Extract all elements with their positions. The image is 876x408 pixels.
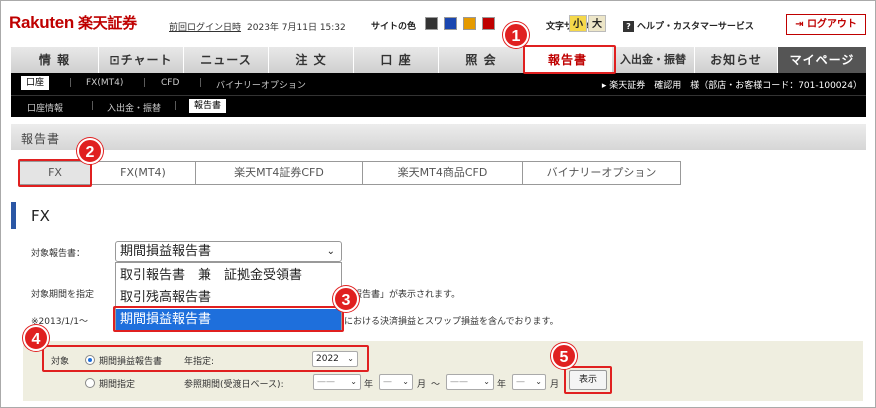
month-unit: 月 [550,380,560,390]
step4-highlight [42,345,369,372]
main-navigation: 情 報 ⊡チャート ニュース 注 文 口 座 照 会 報告書 入出金・振替 お知… [11,47,866,73]
subnav-separator: | [199,78,203,88]
year-unit: 年 [364,380,374,390]
period-hint-label: 対象期間を指定 [31,290,95,300]
logout-icon: ⇥ [795,19,804,30]
subnav-separator: | [69,78,73,88]
report-select-label: 対象報告書： [31,249,86,259]
to-month-select[interactable]: — ⌄ [512,374,546,390]
section-heading: 報告書 [11,124,866,150]
font-size-small-button[interactable]: 小 [569,15,587,32]
option-trade-report[interactable]: 取引報告書 兼 証拠金受領書 [116,265,341,287]
help-label: ヘルプ・カスタマーサービス [637,22,754,32]
subnav-account-info[interactable]: 口座情報 [27,101,63,114]
help-link[interactable]: ? ヘルプ・カスタマーサービス [623,19,754,32]
last-login-value: 2023年 7月11日 15:32 [247,23,346,33]
step5-highlight [564,366,612,394]
last-login: 前回ログイン日時 2023年 7月11日 15:32 [169,20,346,33]
subnav-cfd[interactable]: CFD [161,78,179,88]
rakuten-logo[interactable]: Rakuten 楽天証券 [9,12,137,33]
tab-binary-option[interactable]: バイナリーオプション [523,161,681,185]
to-year-select[interactable]: —— ⌄ [446,374,494,390]
logo-text: Rakuten [9,13,74,32]
site-color-swatch-blue[interactable] [444,17,457,30]
logout-label: ログアウト [806,19,857,30]
site-color-swatch-orange[interactable] [463,17,476,30]
tab-fx-mt4[interactable]: FX(MT4) [91,161,196,185]
step-badge-1: 1 [503,22,529,48]
last-login-link[interactable]: 前回ログイン日時 [169,23,241,33]
year-unit: 年 [497,380,507,390]
subnav-binary-option[interactable]: バイナリーオプション [216,78,306,91]
chevron-down-icon: ⌄ [402,377,409,386]
to-year-value: —— [450,377,468,387]
chevron-down-icon: ⌄ [535,377,542,386]
tilde: 〜 [431,380,441,390]
subnav-deposit-transfer[interactable]: 入出金・振替 [107,101,161,114]
nav-tab-mypage[interactable]: マイページ [778,47,866,73]
step3-highlight [113,306,344,332]
page-title: FX [31,207,50,225]
radio-period-range[interactable] [85,378,95,388]
site-color-swatch-red[interactable] [482,17,495,30]
nav-tab-inquiry[interactable]: 照 会 [439,47,524,73]
note-tail: における決済損益とスワップ損益を含んでおります。 [344,317,559,327]
screenshot-frame: Rakuten 楽天証券 前回ログイン日時 2023年 7月11日 15:32 サイ… [0,0,876,408]
chevron-down-icon: ⌄ [350,377,357,386]
site-color-label: サイトの色 [371,22,417,32]
nav-tab-info[interactable]: 情 報 [11,47,99,73]
nav-tab-order[interactable]: 注 文 [269,47,354,73]
from-month-select[interactable]: — ⌄ [379,374,413,390]
subnav-fx-mt4[interactable]: FX(MT4) [86,78,123,88]
to-month-value: — [516,377,525,387]
report-select-value: 期間損益報告書 [120,244,212,259]
font-size-large-button[interactable]: 大 [588,15,606,32]
period-hint-tail: 益報告書」が表示されます。 [344,290,461,300]
nav-tab-account[interactable]: 口 座 [354,47,439,73]
nav-tab-news[interactable]: ニュース [184,47,269,73]
nav-tab-notice[interactable]: お知らせ [695,47,778,73]
subnav-separator: | [174,101,178,111]
report-type-tabs: FX FX(MT4) 楽天MT4証券CFD 楽天MT4商品CFD バイナリーオプ… [19,161,681,185]
step-badge-5: 5 [551,343,577,369]
top-header: Rakuten 楽天証券 前回ログイン日時 2023年 7月11日 15:32 サイ… [1,1,875,43]
step-badge-3: 3 [333,286,359,312]
logo-sec-text: 楽天証券 [77,14,137,32]
report-select[interactable]: 期間損益報告書 ⌄ [115,241,342,262]
from-month-value: — [383,377,392,387]
section-title: 報告書 [21,132,61,146]
subnav-report[interactable]: 報告書 [189,99,227,113]
sub-navigation-1: 口座 | FX(MT4) | CFD | バイナリーオプション ▸ 楽天証券 確… [11,73,866,95]
range-label: 参照期間(受渡日ベース): [184,380,284,390]
month-unit: 月 [417,380,427,390]
sub-navigation-2: 口座情報 | 入出金・振替 | 報告書 [11,95,866,117]
site-color-swatch-black[interactable] [425,17,438,30]
title-accent-bar [11,202,16,229]
step2-highlight [18,159,92,187]
subnav-account[interactable]: 口座 [21,76,50,90]
tab-mt4-securities-cfd[interactable]: 楽天MT4証券CFD [196,161,363,185]
radio-period-range-label: 期間指定 [99,380,136,390]
user-info: ▸ 楽天証券 確認用 様（部店・お客様コード：701-100024） [601,81,862,91]
step-badge-2: 2 [77,138,103,164]
tab-mt4-commodity-cfd[interactable]: 楽天MT4商品CFD [363,161,523,185]
step1-highlight [523,45,616,74]
logout-button[interactable]: ⇥ ログアウト [786,14,866,35]
subnav-separator: | [143,78,147,88]
chevron-down-icon: ⌄ [326,246,335,257]
nav-tab-chart[interactable]: ⊡チャート [99,47,184,73]
nav-tab-deposit[interactable]: 入出金・振替 [612,47,695,73]
from-year-value: —— [317,377,335,387]
help-icon: ? [623,21,634,32]
subnav-separator: | [91,101,95,111]
step-badge-4: 4 [23,325,49,351]
from-year-select[interactable]: —— ⌄ [313,374,361,390]
chevron-down-icon: ⌄ [483,377,490,386]
